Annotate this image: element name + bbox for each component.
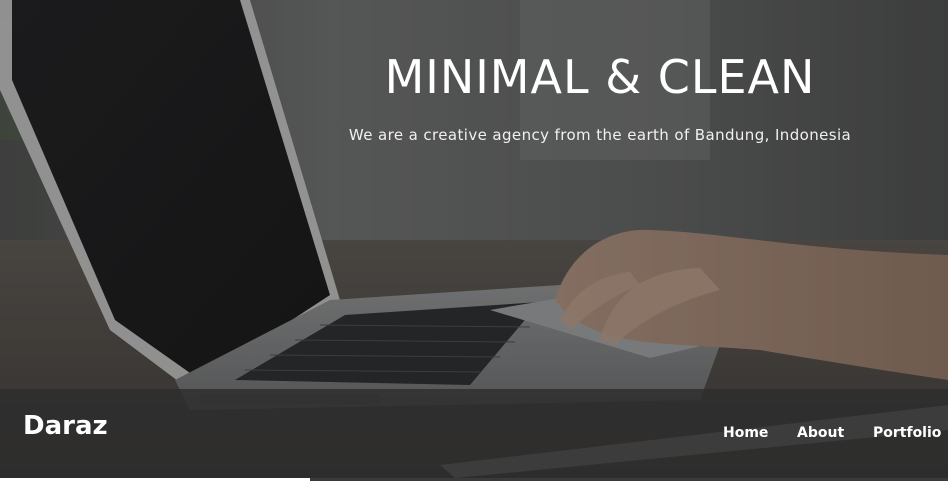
nav-link-home[interactable]: Home — [723, 425, 768, 441]
nav-link-about[interactable]: About — [797, 425, 844, 441]
hero-title: MINIMAL & CLEAN — [384, 50, 816, 104]
nav-link-portfolio[interactable]: Portfolio — [873, 425, 941, 441]
main-navbar: Daraz Home About Portfolio — [0, 389, 948, 478]
hero-subtitle: We are a creative agency from the earth … — [348, 126, 852, 144]
brand-logo-link[interactable]: Daraz — [23, 411, 108, 441]
